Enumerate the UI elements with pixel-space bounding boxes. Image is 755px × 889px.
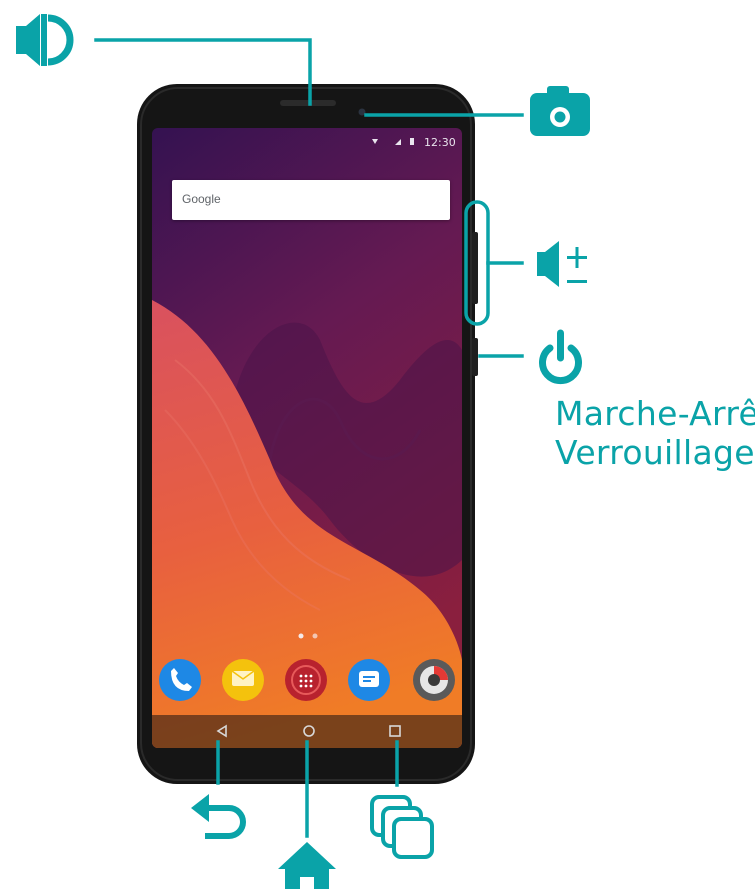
google-search-bar[interactable]: Google	[172, 180, 450, 220]
messaging-app-icon[interactable]	[222, 659, 264, 701]
app-drawer-icon[interactable]	[285, 659, 327, 701]
power-label-line-2: Verrouillage	[555, 433, 755, 472]
power-key[interactable]	[472, 338, 478, 376]
camera-app-icon[interactable]	[413, 659, 455, 701]
volume-rocker[interactable]	[472, 232, 478, 304]
status-bar-time: 12:30	[424, 136, 456, 149]
earpiece-slot	[280, 100, 336, 106]
search-bar-label: Google	[182, 192, 221, 206]
power-label-line-1: Marche-Arrêt/	[555, 394, 755, 433]
page-indicator-dot	[312, 633, 318, 639]
recent-apps-icon	[370, 795, 434, 859]
power-icon	[539, 329, 582, 385]
back-arrow-icon	[191, 794, 246, 839]
phone-app-icon[interactable]	[159, 659, 201, 701]
power-key-label: Marche-Arrêt/ Verrouillage	[555, 394, 755, 472]
home-icon	[278, 842, 336, 889]
volume-plus-minus-icon	[537, 241, 587, 287]
sms-app-icon[interactable]	[348, 659, 390, 701]
page-indicator-dot	[298, 633, 304, 639]
camera-icon	[530, 86, 590, 136]
speaker-icon	[16, 14, 74, 66]
